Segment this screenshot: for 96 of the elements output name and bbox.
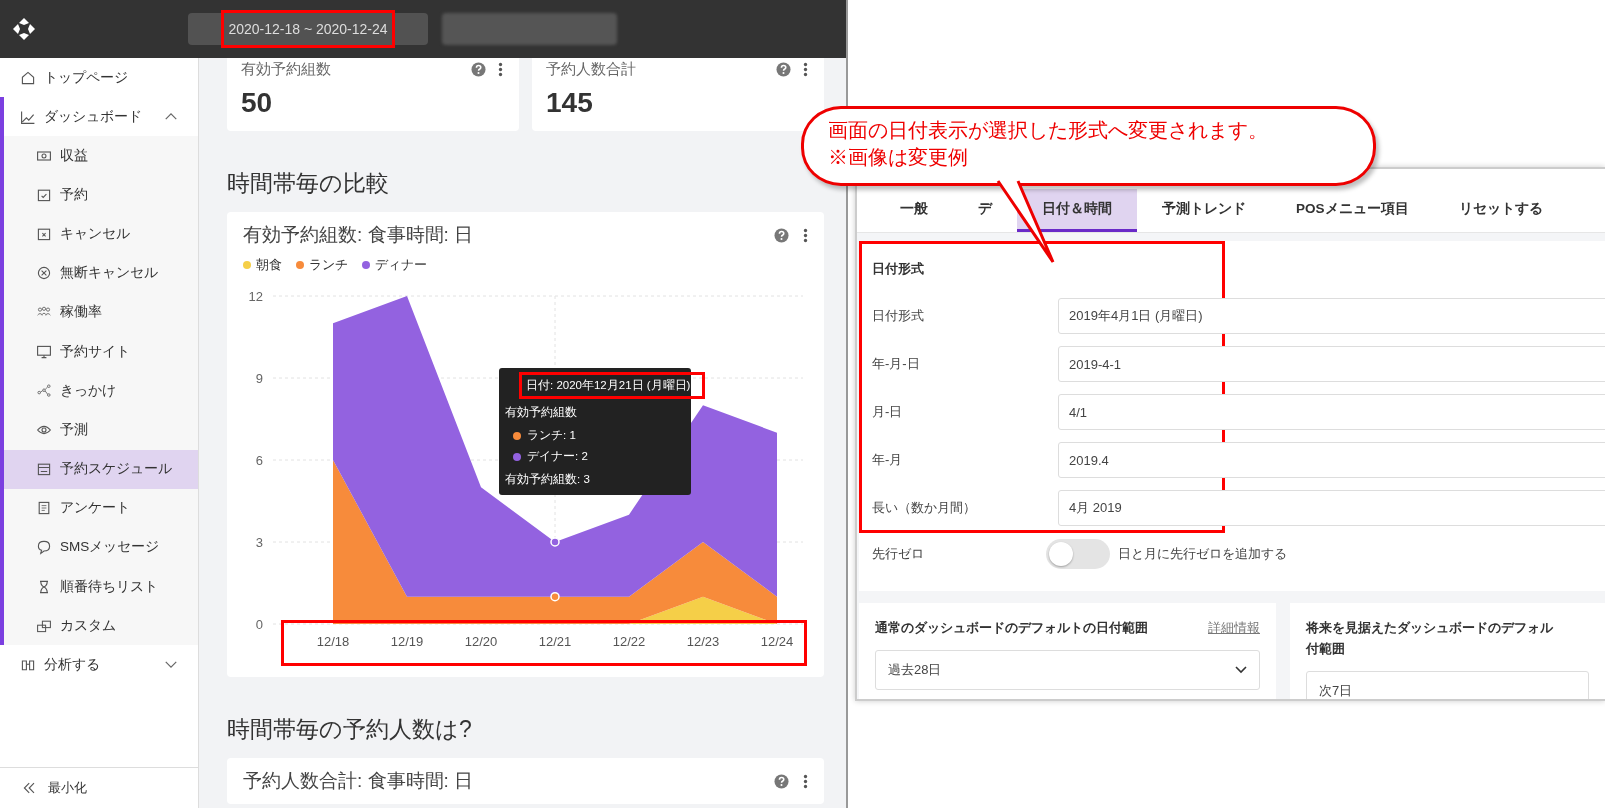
date-format-field[interactable]: 4/1	[1058, 394, 1605, 430]
tooltip-total: 有効予約組数: 3	[505, 472, 591, 487]
section-heading: 時間帯毎の予約人数は?	[227, 715, 473, 744]
toggle-switch[interactable]	[1046, 539, 1110, 569]
date-range-select[interactable]: 過去28日	[875, 650, 1260, 690]
callout-text: ※画像は変更例	[828, 145, 969, 170]
settings-tab[interactable]: デ	[953, 189, 1017, 232]
hover-point	[550, 591, 560, 602]
date-format-field[interactable]: 2019年4月1日 (月曜日)	[1058, 298, 1605, 334]
help-icon[interactable]	[776, 62, 791, 77]
help-icon[interactable]	[774, 773, 789, 789]
sidebar-item[interactable]: 予測	[4, 410, 198, 450]
field-label: 年-月-日	[872, 355, 921, 373]
more-options-icon[interactable]	[498, 62, 503, 77]
x-tick-label: 12/18	[316, 634, 350, 649]
minimize-button[interactable]: 最小化	[0, 767, 198, 808]
x-tick-label: 12/24	[760, 634, 794, 649]
chevron-icon[interactable]	[164, 112, 178, 121]
settings-tab[interactable]: 予測トレンド	[1137, 189, 1271, 232]
sidebar-item[interactable]: カスタム	[4, 606, 198, 646]
help-icon[interactable]	[471, 62, 486, 77]
nodes-icon	[36, 382, 52, 399]
more-options-icon[interactable]	[803, 227, 808, 243]
sidebar-item[interactable]: 稼働率	[4, 292, 198, 332]
settings-tab[interactable]: POSメニュー項目	[1271, 189, 1434, 232]
x-tick-label: 12/19	[390, 634, 424, 649]
x-tick-label: 12/23	[686, 634, 720, 649]
more-options-icon[interactable]	[803, 62, 808, 77]
tooltip-date: 日付: 2020年12月21日 (月曜日)	[519, 372, 705, 399]
section-heading: 時間帯毎の比較	[227, 169, 390, 198]
sidebar-item[interactable]: 予約	[4, 175, 198, 215]
date-range-select[interactable]: 次7日	[1306, 671, 1589, 699]
line-chart-icon	[20, 108, 36, 125]
kpi-title: 予約人数合計	[546, 60, 637, 79]
x-tick-label: 12/20	[464, 634, 498, 649]
toggle-description: 日と月に先行ゼロを追加する	[1118, 545, 1287, 563]
more-options-icon[interactable]	[803, 773, 808, 789]
calendar-icon	[36, 461, 52, 478]
tooltip-metric: 有効予約組数	[505, 405, 578, 420]
card-title: 通常のダッシュボードのデフォルトの日付範囲	[875, 619, 1148, 637]
chart-title: 有効予約組数: 食事時間: 日	[243, 223, 475, 247]
sidebar-group[interactable]: 分析する	[0, 645, 198, 685]
sidebar-item[interactable]: 収益	[4, 136, 198, 176]
circle-x-icon	[36, 265, 52, 282]
field-label: 長い（数か月間）	[872, 499, 977, 517]
kpi-value: 50	[241, 87, 274, 119]
sidebar-item[interactable]: トップページ	[0, 58, 198, 97]
hover-point	[550, 537, 560, 547]
logo-icon[interactable]	[12, 17, 36, 41]
field-label: 日付形式	[872, 307, 925, 325]
speech-bubble-icon	[36, 539, 52, 556]
details-link[interactable]: 詳細情報	[1208, 617, 1260, 638]
y-tick-label: 3	[255, 535, 263, 550]
legend-label[interactable]: ランチ	[309, 256, 348, 274]
y-tick-label: 9	[255, 371, 263, 386]
settings-tab[interactable]: リセットする	[1433, 189, 1568, 232]
tooltip-item: デイナー: 2	[527, 449, 588, 464]
field-label: 年-月	[872, 451, 904, 469]
date-range-picker[interactable]: 2020-12-18 ~ 2020-12-24	[188, 13, 428, 45]
section-title: 日付形式	[872, 260, 925, 278]
sidebar-item[interactable]: 予約スケジュール	[4, 449, 198, 489]
sidebar-group[interactable]: ダッシュボード	[4, 97, 198, 136]
callout-text: 画面の日付表示が選択した形式へ変更されます。	[828, 118, 1269, 143]
help-icon[interactable]	[774, 227, 789, 243]
field-label: 月-日	[872, 403, 904, 421]
chart-title: 予約人数合計: 食事時間: 日	[243, 769, 475, 793]
toggle-label: 先行ゼロ	[872, 545, 925, 563]
chevron-icon[interactable]	[164, 660, 178, 670]
sidebar-item[interactable]: 順番待ちリスト	[4, 567, 198, 607]
sidebar-item[interactable]: SMSメッセージ	[4, 527, 198, 568]
document-icon	[36, 500, 52, 517]
x-tick-label: 12/21	[538, 634, 572, 649]
tooltip-item: ランチ: 1	[527, 428, 576, 443]
y-tick-label: 6	[255, 453, 263, 468]
sidebar-item[interactable]: 無断キャンセル	[4, 253, 198, 293]
home-icon	[20, 69, 36, 86]
settings-tab[interactable]: 一般	[875, 189, 953, 232]
sidebar-item[interactable]: キャンセル	[4, 214, 198, 254]
sidebar-item[interactable]: 予約サイト	[4, 331, 198, 372]
date-range-text: 2020-12-18 ~ 2020-12-24	[228, 21, 388, 37]
y-tick-label: 0	[255, 617, 263, 632]
settings-tab[interactable]: 日付＆時間	[1017, 189, 1137, 232]
date-format-field[interactable]: 2019-4-1	[1058, 346, 1605, 382]
legend-label[interactable]: 朝食	[256, 256, 282, 274]
x-tick-label: 12/22	[612, 634, 646, 649]
sidebar-item[interactable]: きっかけ	[4, 371, 198, 411]
sidebar-item[interactable]: アンケート	[4, 488, 198, 528]
date-format-field[interactable]: 4月 2019	[1058, 490, 1605, 526]
kpi-title: 有効予約組数	[241, 60, 332, 79]
kpi-value: 145	[546, 87, 594, 119]
date-format-field[interactable]: 2019.4	[1058, 442, 1605, 478]
legend-label[interactable]: ディナー	[375, 256, 427, 274]
monitor-icon	[36, 343, 52, 360]
card-title: 将来を見据えたダッシュボードのデフォル 付範囲	[1306, 619, 1553, 658]
chevron-icon	[1235, 666, 1247, 674]
y-tick-label: 12	[248, 289, 263, 304]
